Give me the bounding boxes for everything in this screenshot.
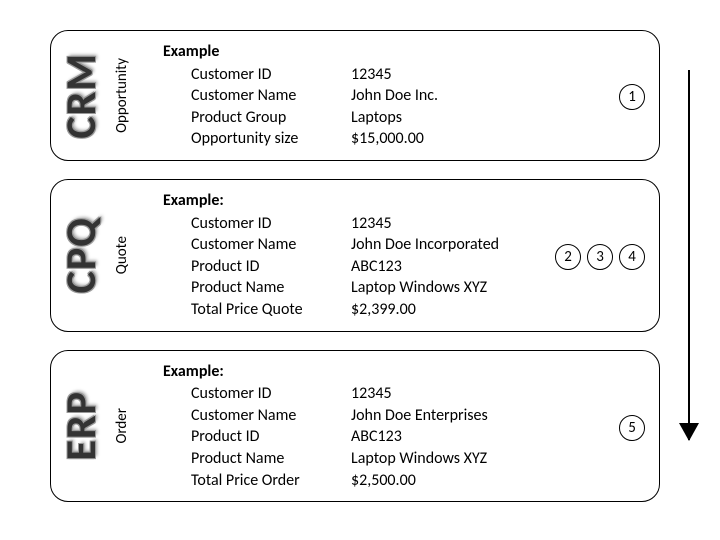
- row-val: ABC123: [351, 256, 553, 278]
- flow-arrow-down-icon: [680, 70, 698, 440]
- system-label-erp: ERP: [61, 391, 109, 461]
- step-badge-4: 4: [619, 244, 645, 270]
- data-row: Total Price Order$2,500.00: [163, 470, 553, 492]
- stage-label-quote: Quote: [113, 236, 135, 274]
- example-heading-text: Example: [163, 362, 219, 381]
- example-heading-text: Example: [163, 42, 219, 61]
- system-label-crm: CRM: [61, 53, 109, 139]
- badge-group: 5: [553, 411, 645, 441]
- badge-group: 1: [553, 80, 645, 110]
- row-key: Customer ID: [191, 213, 351, 235]
- data-row: Product GroupLaptops: [163, 107, 553, 129]
- data-row: Total Price Quote$2,399.00: [163, 299, 553, 321]
- data-row: Product NameLaptop Windows XYZ: [163, 448, 553, 470]
- data-row: Customer NameJohn Doe Incorporated: [163, 234, 553, 256]
- row-val: Laptop Windows XYZ: [351, 277, 553, 299]
- example-heading-colon: :: [219, 191, 223, 210]
- row-key: Customer Name: [191, 85, 351, 107]
- row-val: 12345: [351, 383, 553, 405]
- data-row: Product IDABC123: [163, 426, 553, 448]
- row-key: Product Name: [191, 277, 351, 299]
- row-key: Customer ID: [191, 64, 351, 86]
- example-heading-colon: :: [219, 362, 223, 381]
- example-heading: Example: [163, 41, 553, 63]
- row-key: Product ID: [191, 256, 351, 278]
- data-row: Customer NameJohn Doe Enterprises: [163, 405, 553, 427]
- row-key: Total Price Quote: [191, 299, 351, 321]
- card-content: Example: Customer ID12345 Customer NameJ…: [135, 361, 553, 492]
- row-key: Product ID: [191, 426, 351, 448]
- example-heading: Example:: [163, 190, 553, 212]
- row-val: Laptop Windows XYZ: [351, 448, 553, 470]
- row-val: 12345: [351, 64, 553, 86]
- data-row: Opportunity size$15,000.00: [163, 128, 553, 150]
- row-key: Customer ID: [191, 383, 351, 405]
- data-row: Customer ID12345: [163, 213, 553, 235]
- row-val: John Doe Inc.: [351, 85, 553, 107]
- step-badge-5: 5: [619, 415, 645, 441]
- data-row: Product NameLaptop Windows XYZ: [163, 277, 553, 299]
- row-key: Customer Name: [191, 234, 351, 256]
- data-row: Customer ID12345: [163, 383, 553, 405]
- row-val: ABC123: [351, 426, 553, 448]
- row-val: John Doe Incorporated: [351, 234, 553, 256]
- row-key: Product Group: [191, 107, 351, 129]
- row-key: Total Price Order: [191, 470, 351, 492]
- step-badge-1: 1: [619, 84, 645, 110]
- data-row: Customer NameJohn Doe Inc.: [163, 85, 553, 107]
- step-badge-3: 3: [587, 244, 613, 270]
- example-heading-text: Example: [163, 191, 219, 210]
- row-val: 12345: [351, 213, 553, 235]
- data-row: Product IDABC123: [163, 256, 553, 278]
- row-val: $2,399.00: [351, 299, 553, 321]
- row-val: John Doe Enterprises: [351, 405, 553, 427]
- card-cpq: CPQ Quote Example: Customer ID12345 Cust…: [50, 179, 660, 332]
- row-key: Customer Name: [191, 405, 351, 427]
- row-key: Opportunity size: [191, 128, 351, 150]
- stage-label-opportunity: Opportunity: [113, 58, 135, 133]
- card-crm: CRM Opportunity Example Customer ID12345…: [50, 30, 660, 161]
- card-content: Example Customer ID12345 Customer NameJo…: [135, 41, 553, 150]
- card-content: Example: Customer ID12345 Customer NameJ…: [135, 190, 553, 321]
- row-key: Product Name: [191, 448, 351, 470]
- system-label-cpq: CPQ: [61, 217, 109, 293]
- badge-group: 2 3 4: [553, 240, 645, 270]
- example-heading: Example:: [163, 361, 553, 383]
- data-row: Customer ID12345: [163, 64, 553, 86]
- row-val: $2,500.00: [351, 470, 553, 492]
- card-erp: ERP Order Example: Customer ID12345 Cust…: [50, 350, 660, 503]
- row-val: $15,000.00: [351, 128, 553, 150]
- step-badge-2: 2: [555, 244, 581, 270]
- row-val: Laptops: [351, 107, 553, 129]
- stage-label-order: Order: [113, 408, 135, 444]
